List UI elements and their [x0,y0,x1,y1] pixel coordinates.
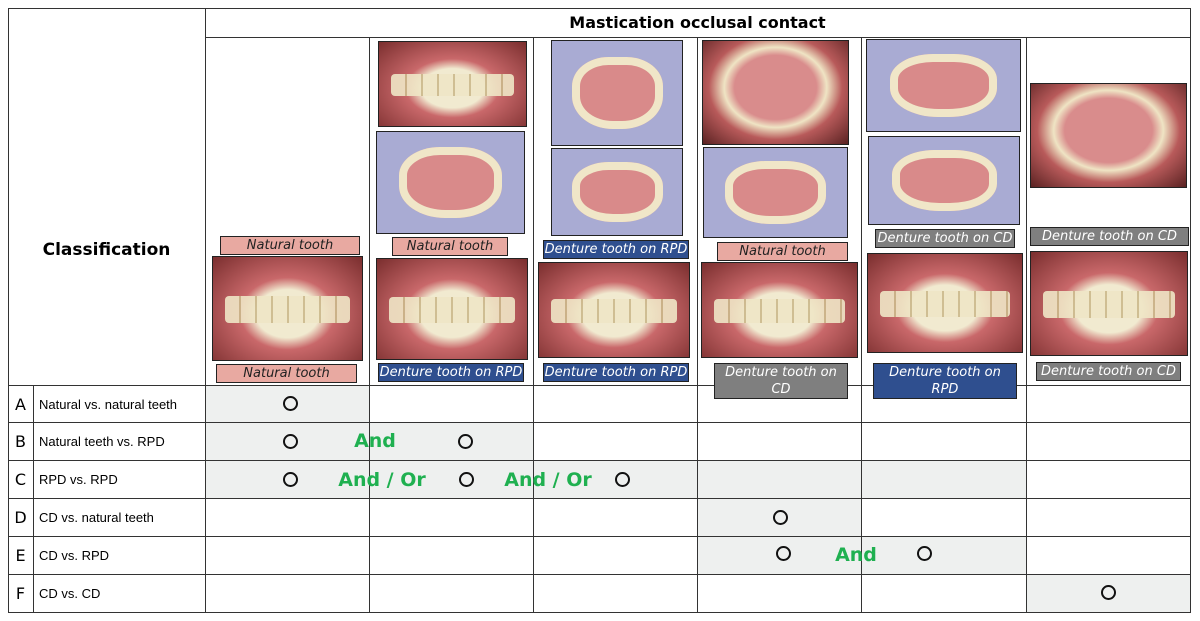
row-letter: F [15,584,26,603]
contact-circle-icon [283,434,298,449]
label-denture-cd: Denture tooth on CD [1030,227,1189,246]
row-label: CD vs. natural teeth [39,510,154,525]
label-denture-rpd: Denture tooth on RPD [378,363,524,382]
row-letter: C [14,470,27,489]
photo-rpd-upper [551,40,683,146]
row-label: CD vs. RPD [39,548,110,563]
photo-rpd-lower [376,131,525,234]
photo-natural-dentition [212,256,363,361]
photo-rpd-frontal [538,262,690,358]
connector-and: And [835,544,877,566]
label-natural-tooth: Natural tooth [220,236,360,255]
label-denture-rpd: Denture tooth on RPD [873,363,1017,399]
photo-cd-lower [703,147,848,238]
row-letter: A [15,395,26,414]
photo-edentulous [1030,83,1187,188]
contact-circle-icon [776,546,791,561]
label-denture-rpd: Denture tooth on RPD [543,363,689,382]
connector-and-or: And / Or [504,469,592,491]
photo-cd-upper [866,39,1021,132]
label-natural-tooth: Natural tooth [216,364,357,383]
contact-circle-icon [459,472,474,487]
photo-upper-palate [702,40,849,145]
row-label: CD vs. CD [39,586,101,601]
photo-rpd-occlusion [376,258,528,360]
label-denture-rpd: Denture tooth on RPD [543,240,689,259]
label-denture-cd: Denture tooth on CD [714,363,848,399]
row-label: Natural teeth vs. RPD [39,434,165,449]
contact-circle-icon [283,396,298,411]
contact-circle-icon [917,546,932,561]
label-natural-tooth: Natural tooth [392,237,508,256]
photo-rpd-lower [551,148,683,236]
photo-natural-side [378,41,527,127]
label-natural-tooth: Natural tooth [717,242,848,261]
label-denture-cd: Denture tooth on CD [1036,362,1181,381]
row-letter: B [15,432,26,451]
connector-and: And [354,430,396,452]
contact-circle-icon [283,472,298,487]
row-label: Natural vs. natural teeth [39,397,178,412]
classification-heading: Classification [42,240,171,260]
row-label: RPD vs. RPD [39,472,118,487]
row-letter: D [14,508,27,527]
connector-and-or: And / Or [338,469,426,491]
contact-circle-icon [458,434,473,449]
photo-cd-cd-frontal [1030,251,1188,356]
photo-cd-frontal [701,262,858,358]
header-title: Mastication occlusal contact [569,13,826,32]
contact-circle-icon [773,510,788,525]
label-denture-cd: Denture tooth on CD [875,229,1015,248]
photo-cd-rpd-side [867,253,1023,353]
contact-circle-icon [615,472,630,487]
photo-rpd-lower [868,136,1020,225]
row-letter: E [15,546,26,565]
contact-circle-icon [1101,585,1116,600]
